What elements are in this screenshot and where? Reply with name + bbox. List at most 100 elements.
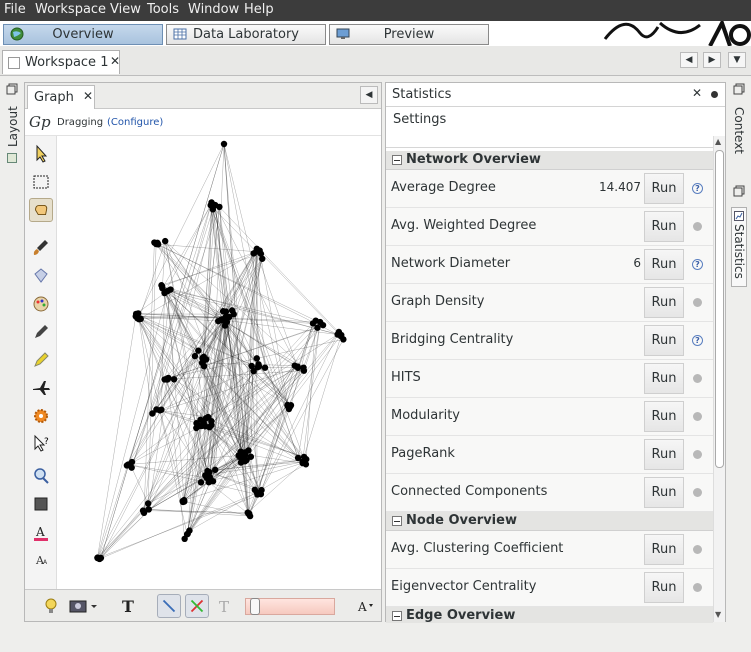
graph-canvas[interactable] <box>58 136 380 589</box>
graph-node[interactable] <box>170 376 178 383</box>
info-icon[interactable]: ? <box>692 335 703 346</box>
graph-node[interactable] <box>287 403 294 410</box>
graph-node[interactable] <box>259 255 266 262</box>
graph-node[interactable] <box>158 283 166 290</box>
network-graph[interactable] <box>58 136 380 589</box>
run-button[interactable]: Run <box>644 173 684 204</box>
collapse-box-icon[interactable] <box>392 611 402 621</box>
edge-thickness-slider[interactable] <box>245 598 335 615</box>
graph-node[interactable] <box>255 363 263 370</box>
overview-button[interactable]: Overview <box>3 24 163 45</box>
edge-color-icon[interactable] <box>185 594 209 618</box>
graph-node[interactable] <box>261 364 269 371</box>
restore-window-icon[interactable] <box>733 83 745 95</box>
run-button[interactable]: Run <box>644 401 684 432</box>
menu-view[interactable]: View <box>110 2 141 17</box>
graph-node[interactable] <box>208 199 215 206</box>
scroll-up-icon[interactable]: ▲ <box>715 137 721 146</box>
graph-node[interactable] <box>209 206 217 213</box>
graph-node[interactable] <box>125 461 132 468</box>
restore-window-icon[interactable] <box>733 185 745 197</box>
show-edges-icon[interactable] <box>157 594 181 618</box>
run-button[interactable]: Run <box>644 363 684 394</box>
graph-node[interactable] <box>167 286 174 293</box>
slider-knob[interactable] <box>250 598 260 615</box>
graph-node[interactable] <box>208 417 215 425</box>
graph-node[interactable] <box>144 500 152 507</box>
diamond-size-icon[interactable] <box>29 264 53 288</box>
light-bulb-icon[interactable] <box>39 594 63 618</box>
collapse-box-icon[interactable] <box>392 155 402 165</box>
screenshot-icon[interactable] <box>67 594 101 618</box>
graph-node[interactable] <box>137 315 144 323</box>
info-icon[interactable]: ? <box>692 183 703 194</box>
configure-link[interactable]: (Configure) <box>107 117 163 128</box>
collapse-box-icon[interactable] <box>392 516 402 526</box>
graph-node[interactable] <box>96 555 103 563</box>
paint-brush-icon[interactable] <box>29 236 53 260</box>
graph-node[interactable] <box>206 473 214 481</box>
close-workspace-icon[interactable]: ✕ <box>110 54 120 68</box>
graph-node[interactable] <box>139 507 147 514</box>
font-menu-icon[interactable]: A <box>353 594 377 618</box>
graph-node[interactable] <box>253 355 261 362</box>
statistics-side-tab[interactable]: Statistics <box>731 207 747 287</box>
graph-node[interactable] <box>200 357 207 365</box>
graph-node[interactable] <box>294 363 301 370</box>
graph-node[interactable] <box>335 328 343 336</box>
graph-node[interactable] <box>244 509 251 516</box>
section-header[interactable]: Network Overview <box>386 151 713 170</box>
graph-node[interactable] <box>240 451 247 458</box>
workspace-tab[interactable]: Workspace 1 ✕ <box>2 50 120 74</box>
settings-button[interactable]: Settings <box>393 112 446 127</box>
font-color-icon[interactable]: A <box>29 520 53 544</box>
graph-node[interactable] <box>252 248 260 255</box>
close-statistics-icon[interactable]: ✕ <box>692 86 702 100</box>
font-size-icon[interactable]: AA <box>29 548 53 572</box>
zoom-icon[interactable] <box>29 464 53 488</box>
panel-menu-icon[interactable] <box>711 91 718 98</box>
help-pointer-icon[interactable]: ? <box>29 432 53 456</box>
edge-label-icon[interactable]: T <box>213 594 237 618</box>
menu-workspace[interactable]: Workspace <box>35 2 106 17</box>
scroll-down-icon[interactable]: ▼ <box>715 610 721 619</box>
pencil-icon[interactable] <box>29 320 53 344</box>
statistics-scrollbar[interactable]: ▲ ▼ <box>713 136 725 622</box>
section-header[interactable]: Node Overview <box>386 512 713 531</box>
graph-node[interactable] <box>161 289 168 297</box>
color-palette-icon[interactable] <box>29 292 53 316</box>
graph-node[interactable] <box>211 466 219 474</box>
run-button[interactable]: Run <box>644 211 684 242</box>
graph-node[interactable] <box>319 321 327 329</box>
graph-node[interactable] <box>247 453 255 460</box>
graph-node[interactable] <box>195 347 202 354</box>
graph-node[interactable] <box>300 453 308 461</box>
graph-node[interactable] <box>220 140 228 148</box>
restore-window-icon[interactable] <box>6 83 18 95</box>
section-header[interactable]: Edge Overview <box>386 607 713 623</box>
close-graph-icon[interactable]: ✕ <box>83 89 93 103</box>
gear-icon[interactable] <box>29 404 53 428</box>
graph-node[interactable] <box>216 203 223 211</box>
graph-node[interactable] <box>193 424 200 432</box>
graph-tab[interactable]: Graph ✕ <box>27 85 95 109</box>
edge-pencil-icon[interactable] <box>29 348 53 372</box>
menu-window[interactable]: Window <box>188 2 239 17</box>
collapse-panel-button[interactable]: ◀ <box>360 86 378 104</box>
run-button[interactable]: Run <box>644 325 684 356</box>
graph-node[interactable] <box>132 310 140 318</box>
run-button[interactable]: Run <box>644 249 684 280</box>
graph-node[interactable] <box>309 320 317 327</box>
background-color-icon[interactable] <box>29 492 53 516</box>
graph-node[interactable] <box>154 241 162 248</box>
graph-node[interactable] <box>149 410 156 417</box>
text-toggle-icon[interactable]: T <box>117 594 141 618</box>
run-button[interactable]: Run <box>644 439 684 470</box>
graph-node[interactable] <box>206 423 213 431</box>
data-laboratory-button[interactable]: Data Laboratory <box>166 24 326 45</box>
graph-node[interactable] <box>251 486 259 494</box>
context-side-tab[interactable]: Context <box>730 105 746 165</box>
tab-list-button[interactable]: ▼ <box>728 52 746 68</box>
info-icon[interactable]: ? <box>692 259 703 270</box>
run-button[interactable]: Run <box>644 534 684 565</box>
